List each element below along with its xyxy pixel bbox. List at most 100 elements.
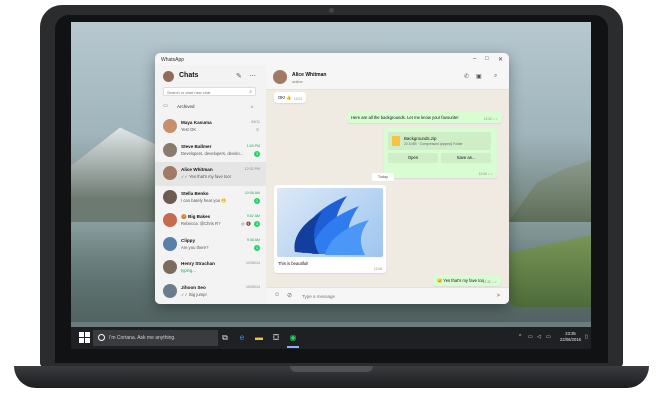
image-message[interactable]: This is beautiful! 12:06: [274, 185, 386, 273]
chat-name: Clippy: [181, 237, 196, 243]
chat-list-item[interactable]: Clippy Are you there? 9:48 AM 1: [155, 233, 266, 257]
mention-muted-icon: @ 🔇: [240, 221, 251, 226]
chat-preview: Yes! OK: [181, 127, 197, 132]
conversation-pane: Alice Whitman online ✆ ▣ ⌕ OK! 👍 12:01 H…: [266, 65, 509, 304]
minimize-icon[interactable]: –: [473, 56, 476, 62]
active-app-indicator: [287, 346, 299, 348]
archived-label: Archived: [177, 104, 195, 109]
chat-preview: Rebecca: @Chris R?: [181, 221, 221, 226]
start-button[interactable]: [79, 332, 91, 344]
emoji-icon[interactable]: ☺: [274, 292, 280, 298]
chat-preview: I can barely hear you 😬: [181, 197, 227, 203]
clock[interactable]: 23:35 22/06/2016: [560, 331, 581, 343]
search-chat-icon[interactable]: ⌕: [494, 73, 497, 80]
contact-avatar: [163, 119, 177, 133]
chat-preview: Are you there?: [181, 244, 209, 250]
chat-list-item[interactable]: Maya Kasuma Yes! OK 09/11 ⚲: [155, 115, 266, 139]
file-message[interactable]: Backgrounds.zip 22.5 MB · Compressed (zi…: [384, 128, 497, 178]
sidebar-title: Chats: [179, 72, 199, 79]
sidebar-header: Chats ✎ ⋯: [163, 70, 259, 84]
clock-date: 22/06/2016: [560, 337, 581, 342]
day-separator: Today: [372, 173, 394, 181]
send-icon[interactable]: ➤: [496, 292, 501, 299]
chat-time: 1:54 PM: [246, 143, 260, 148]
new-chat-icon[interactable]: ✎: [236, 72, 242, 80]
attach-icon[interactable]: ⊘: [287, 292, 292, 299]
my-avatar[interactable]: [163, 71, 174, 82]
file-explorer-icon[interactable]: ▬: [253, 332, 265, 344]
chat-name: Alice Whitman: [181, 167, 213, 172]
message-text: Here are all the backgrounds. Let me kno…: [351, 115, 459, 120]
message-bubble[interactable]: Here are all the backgrounds. Let me kno…: [347, 112, 502, 123]
title-bar: WhatsApp – □ ✕: [155, 53, 509, 65]
chat-name: Stella Benko: [181, 190, 209, 196]
chat-time: 09/11: [251, 120, 260, 124]
chat-name: Maya Kasuma: [181, 120, 212, 125]
store-icon[interactable]: ⛋: [270, 332, 282, 344]
contact-name[interactable]: Alice Whitman: [292, 72, 326, 78]
chat-list-item[interactable]: Stella Benko I can barely hear you 😬 10:06…: [155, 186, 266, 210]
chat-preview: ✓✓ Yes that's my fave too!: [181, 174, 231, 179]
file-name: Backgrounds.zip: [404, 136, 437, 141]
save-as-button[interactable]: Save as...: [441, 153, 491, 163]
app-title: WhatsApp: [161, 57, 185, 63]
maximize-icon[interactable]: □: [485, 56, 489, 62]
network-icon[interactable]: ▭: [528, 334, 533, 340]
tray-chevron-icon[interactable]: ^: [519, 334, 521, 340]
contact-avatar: [163, 283, 177, 298]
search-icon[interactable]: ⌕: [249, 89, 252, 95]
windows-bloom-image: [294, 196, 369, 255]
open-button[interactable]: Open: [388, 153, 438, 163]
pin-icon: ⚲: [256, 127, 259, 132]
chat-list-item[interactable]: 🍪 Big Bakes Rebecca: @Chris R? 9:52 AM 3 @ 🔇: [155, 209, 266, 233]
webcam: [329, 8, 334, 13]
search-box[interactable]: ⌕: [163, 87, 256, 96]
contact-avatar: [163, 166, 177, 180]
chat-time: 10:06 AM: [244, 190, 260, 195]
message-bubble[interactable]: 😊 Yes that's my fave too 12:32 ✓✓: [433, 275, 501, 286]
voice-call-icon[interactable]: ✆: [464, 73, 469, 80]
archived-row[interactable]: ▭ Archived 4: [163, 103, 259, 111]
message-text: 😊 Yes that's my fave too: [437, 278, 484, 283]
volume-icon[interactable]: ◁: [537, 334, 541, 340]
contact-avatar: [163, 260, 177, 274]
video-call-icon[interactable]: ▣: [476, 73, 482, 80]
search-input[interactable]: [167, 90, 242, 95]
image-caption: This is beautiful!: [278, 261, 309, 266]
composer: ☺ ⊘ ➤: [266, 287, 509, 304]
chat-name: Steve Ballmer: [181, 143, 212, 149]
chat-list-item[interactable]: Jojo Pereira: [155, 303, 266, 304]
message-text: OK! 👍: [278, 95, 292, 100]
message-input[interactable]: [302, 292, 462, 300]
more-options-icon[interactable]: ⋯: [249, 72, 256, 80]
chat-name: 🍪 Big Bakes: [181, 214, 211, 219]
chat-list-item[interactable]: Jihoon Seo ✓✓ Big jump! 10/06/14: [155, 280, 266, 304]
chat-list-item[interactable]: Alice Whitman ✓✓ Yes that's my fave too! 1…: [155, 162, 266, 186]
chat-preview: ✓✓ Big jump!: [181, 291, 207, 297]
screen: WhatsApp – □ ✕ Chats ✎ ⋯ ⌕ ▭ Archived 4 …: [71, 22, 591, 349]
chat-list-item[interactable]: Henry Strachan typing... 12/06/14: [155, 256, 266, 280]
message-time: 12:06: [374, 267, 382, 271]
unread-badge: 3: [254, 150, 260, 157]
message-bubble[interactable]: OK! 👍 12:01: [274, 92, 306, 103]
contact-avatar: [163, 213, 177, 227]
battery-icon[interactable]: ▭: [546, 334, 551, 340]
close-icon[interactable]: ✕: [498, 56, 503, 63]
shared-image[interactable]: [277, 188, 383, 257]
chat-name: Henry Strachan: [181, 261, 215, 266]
notifications-icon[interactable]: ▯: [585, 334, 588, 340]
edge-icon[interactable]: e: [236, 332, 248, 344]
unread-badge: 1: [254, 244, 260, 251]
cortana-search[interactable]: I'm Cortana. Ask me anything.: [93, 330, 218, 346]
chat-name: Jihoon Seo: [181, 284, 206, 290]
unread-badge: 1: [254, 197, 260, 204]
task-view-icon[interactable]: ⧉: [219, 332, 231, 344]
wallpaper-hill: [501, 160, 591, 232]
file-meta: 22.5 MB · Compressed (zipped) Folder: [404, 142, 463, 146]
contact-avatar[interactable]: [273, 70, 287, 84]
whatsapp-window: WhatsApp – □ ✕ Chats ✎ ⋯ ⌕ ▭ Archived 4 …: [155, 53, 509, 304]
whatsapp-taskbar-icon[interactable]: ◉: [287, 332, 299, 344]
file-attachment[interactable]: Backgrounds.zip 22.5 MB · Compressed (zi…: [388, 132, 491, 150]
chat-list-item[interactable]: Steve Ballmer Developers, developers, dev…: [155, 139, 266, 163]
chat-time: 12:32 PM: [244, 167, 260, 171]
